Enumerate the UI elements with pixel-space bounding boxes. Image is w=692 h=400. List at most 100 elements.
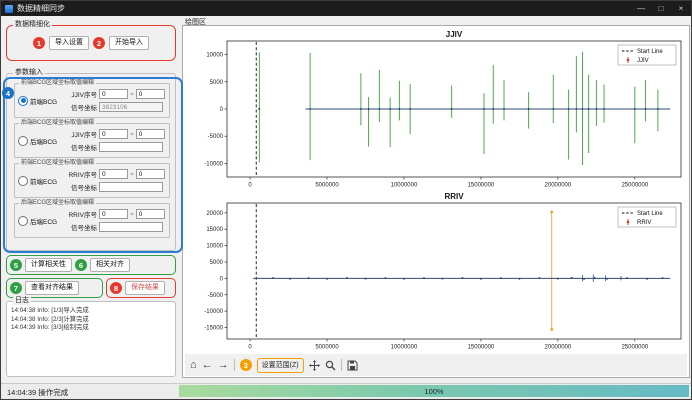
minimize-button[interactable]: — [631,1,651,16]
channel-radio[interactable]: 后端ECG [15,216,65,226]
param-section: 后端BCG区域坐标取值编辑 后端BCG JJIV序号 ~ 信号坐标 [14,123,170,158]
start-import-button[interactable]: 开始导入 [109,36,149,50]
svg-text:5000: 5000 [210,80,224,86]
import-settings-button[interactable]: 导入设置 [49,36,89,50]
channel-radio[interactable]: 前端ECG [15,176,65,186]
view-result-box: 7 查看对齐结果 [6,278,103,298]
save-result-button[interactable]: 保存结果 [125,281,165,295]
radio-icon[interactable] [18,96,28,106]
step-7-badge: 7 [10,282,22,294]
signal-coord-label: 信号坐标 [65,222,97,232]
index-start-input[interactable] [99,169,128,179]
range-separator: ~ [130,91,134,98]
signal-coord-input[interactable] [99,142,163,152]
signal-coord-input[interactable] [99,102,163,112]
svg-text:0: 0 [248,345,252,351]
view-align-result-button[interactable]: 查看对齐结果 [25,281,79,295]
svg-text:-10000: -10000 [204,309,223,315]
svg-text:15000000: 15000000 [468,183,495,189]
index-start-input[interactable] [99,89,128,99]
radio-icon[interactable] [18,176,28,186]
titlebar[interactable]: 数据精细同步 — □ × [1,1,691,16]
step-6-badge: 6 [75,259,87,271]
param-group: 参数输入 前端BCG区域坐标取值编辑 前端BCG JJIV序号 ~ 信号坐标 [6,73,176,251]
maximize-button[interactable]: □ [651,1,671,16]
svg-text:5000000: 5000000 [315,183,339,189]
index-start-input[interactable] [99,129,128,139]
range-separator: ~ [130,171,134,178]
signal-coord-input[interactable] [99,222,163,232]
progress-bar: 100% [179,385,689,397]
jjiv-chart[interactable]: JJIV050000001000000015000000200000002500… [185,28,687,190]
import-group: 数据精细化 1 导入设置 2 开始导入 [6,25,176,61]
step-8-badge: 8 [110,282,122,294]
signal-coord-label: 信号坐标 [65,142,97,152]
step-5-badge: 5 [10,259,22,271]
range-separator: ~ [130,131,134,138]
param-section-title: 后端BCG区域坐标取值编辑 [19,120,96,127]
step-3-badge: 3 [240,359,252,371]
channel-radio[interactable]: 前端BCG [15,96,65,106]
svg-text:-10000: -10000 [204,161,223,167]
import-group-title: 数据精细化 [13,21,52,29]
zoom-icon[interactable] [325,360,336,371]
index-start-input[interactable] [99,209,128,219]
progress-value: 100% [424,387,443,396]
toolbar-separator [234,359,235,371]
range-separator: ~ [130,211,134,218]
svg-text:15000000: 15000000 [468,345,495,351]
app-icon [5,5,13,13]
save-figure-icon[interactable] [347,360,358,371]
correlation-align-button[interactable]: 相关对齐 [90,258,130,272]
signal-coord-input[interactable] [99,182,163,192]
svg-text:20000000: 20000000 [545,345,572,351]
svg-text:0: 0 [220,107,224,113]
svg-text:25000000: 25000000 [621,183,648,189]
channel-radio-label: 前端ECG [30,176,57,186]
index-end-input[interactable] [136,89,165,99]
param-sections: 前端BCG区域坐标取值编辑 前端BCG JJIV序号 ~ 信号坐标 后 [7,79,175,243]
log-line: 14:04:39 Info: [3/3]绘制完成 [11,324,171,333]
app-window: 数据精细同步 — □ × 数据精细化 1 导入设置 2 开始导入 参数输入 前端… [0,0,692,400]
signal-coord-label: 信号坐标 [65,102,97,112]
log-line: 14:04:38 Info: [2/3]计算完成 [11,316,171,325]
step-2-badge: 2 [93,37,105,49]
radio-icon[interactable] [18,216,28,226]
log-line: 14:04:38 Info: [1/3]导入完成 [11,307,171,316]
channel-radio[interactable]: 后端BCG [15,136,65,146]
window-title: 数据精细同步 [17,3,65,14]
status-text: 14:04:39 操作完成 [7,387,68,398]
signal-coord-label: 信号坐标 [65,182,97,192]
svg-text:15000: 15000 [206,227,223,233]
home-icon[interactable]: ⌂ [190,359,197,371]
pan-icon[interactable] [309,360,320,371]
svg-text:RRIV: RRIV [444,192,464,201]
svg-text:20000: 20000 [206,211,223,217]
back-icon[interactable]: ← [202,359,213,371]
set-range-button[interactable]: 设置范围(Z) [257,358,304,373]
forward-icon[interactable]: → [218,359,229,371]
svg-text:0: 0 [248,183,252,189]
svg-text:Start Line: Start Line [637,49,663,55]
statusbar: 14:04:39 操作完成 100% [1,383,691,399]
param-section-title: 前端BCG区域坐标取值编辑 [19,80,96,87]
toolbar-separator [341,359,342,371]
rriv-chart[interactable]: RRIV050000001000000015000000200000002500… [185,190,687,352]
step-1-badge: 1 [33,37,45,49]
svg-text:JJIV: JJIV [637,58,649,64]
index-label: RRIV序号 [65,169,97,179]
svg-text:20000000: 20000000 [545,183,572,189]
param-section-title: 前端ECG区域坐标取值编辑 [19,160,96,167]
param-section: 后端ECG区域坐标取值编辑 后端ECG RRIV序号 ~ 信号坐标 [14,203,170,238]
index-end-input[interactable] [136,209,165,219]
svg-text:-5000: -5000 [208,134,224,140]
param-group-title: 参数输入 [13,69,45,77]
index-end-input[interactable] [136,169,165,179]
log-group-title: 日志 [13,297,31,305]
index-end-input[interactable] [136,129,165,139]
close-button[interactable]: × [671,1,691,16]
compute-correlation-button[interactable]: 计算相关性 [25,258,72,272]
log-group: 日志 14:04:38 Info: [1/3]导入完成14:04:38 Info… [6,301,176,377]
radio-icon[interactable] [18,136,28,146]
svg-text:5000000: 5000000 [315,345,339,351]
